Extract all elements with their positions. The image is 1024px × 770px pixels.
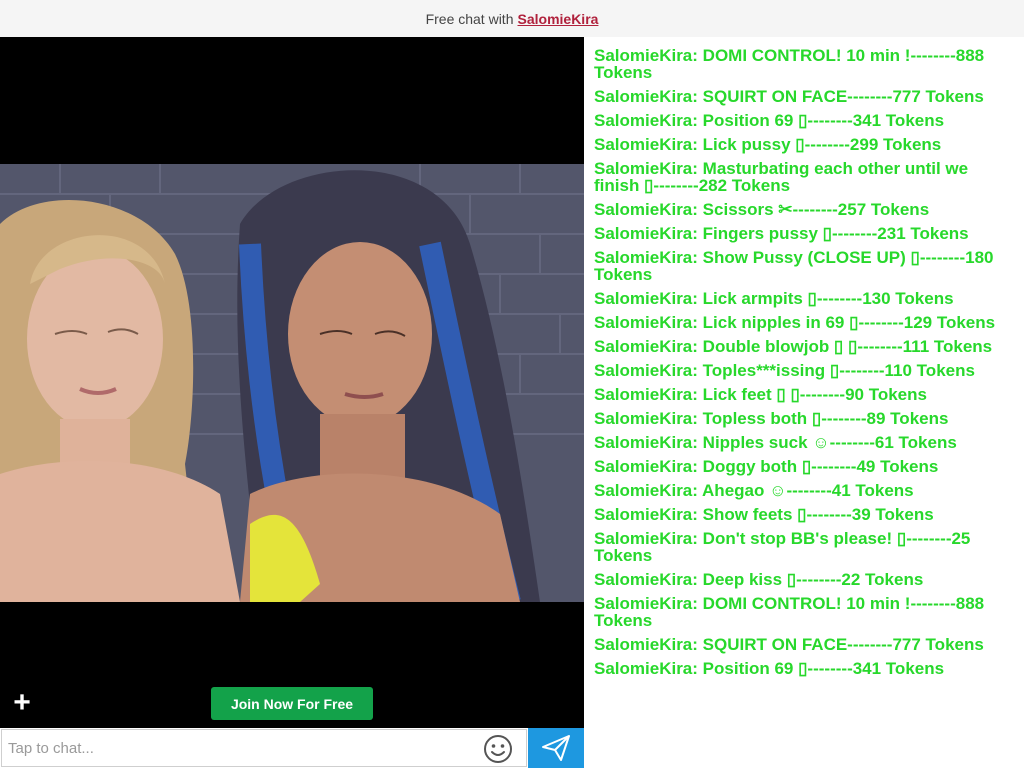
video-frame-image (0, 164, 584, 602)
chat-message-text: Position 69 ▯--------341 Tokens (702, 111, 945, 130)
chat-message-text: SQUIRT ON FACE--------777 Tokens (702, 87, 984, 106)
chat-message: SalomieKira: SQUIRT ON FACE--------777 T… (594, 88, 1016, 105)
chat-message-text: Fingers pussy ▯--------231 Tokens (702, 224, 969, 243)
chat-message-username[interactable]: SalomieKira: (594, 409, 698, 428)
chat-message: SalomieKira: Lick armpits ▯--------130 T… (594, 290, 1016, 307)
chat-message-username[interactable]: SalomieKira: (594, 111, 698, 130)
chat-message: SalomieKira: Lick feet ▯ ▯--------90 Tok… (594, 386, 1016, 403)
chat-input[interactable] (1, 729, 527, 767)
chat-message: SalomieKira: Don't stop BB's please! ▯--… (594, 530, 1016, 564)
chat-panel[interactable]: SalomieKira: DOMI CONTROL! 10 min !-----… (584, 37, 1024, 768)
chat-message-username[interactable]: SalomieKira: (594, 289, 698, 308)
chat-message-text: Deep kiss ▯--------22 Tokens (702, 570, 924, 589)
chat-message: SalomieKira: Lick pussy ▯--------299 Tok… (594, 136, 1016, 153)
chat-message-text: Topless both ▯--------89 Tokens (702, 409, 949, 428)
chat-message: SalomieKira: Ahegao ☺--------41 Tokens (594, 482, 1016, 499)
chat-message-username[interactable]: SalomieKira: (594, 505, 698, 524)
chat-message: SalomieKira: Scissors ✂--------257 Token… (594, 201, 1016, 218)
chat-message-username[interactable]: SalomieKira: (594, 481, 698, 500)
chat-message-text: Position 69 ▯--------341 Tokens (702, 659, 945, 678)
top-bar: Free chat with SalomieKira (0, 0, 1024, 38)
send-button[interactable] (528, 728, 584, 768)
chat-message-list: SalomieKira: DOMI CONTROL! 10 min !-----… (584, 37, 1024, 677)
chat-message: SalomieKira: DOMI CONTROL! 10 min !-----… (594, 47, 1016, 81)
chat-message-text: Nipples suck ☺--------61 Tokens (702, 433, 957, 452)
chat-message-username[interactable]: SalomieKira: (594, 635, 698, 654)
chat-message-text: Toples***issing ▯--------110 Tokens (702, 361, 975, 380)
chat-message-username[interactable]: SalomieKira: (594, 313, 698, 332)
chat-message: SalomieKira: DOMI CONTROL! 10 min !-----… (594, 595, 1016, 629)
chat-message: SalomieKira: Doggy both ▯--------49 Toke… (594, 458, 1016, 475)
chat-message-text: Scissors ✂--------257 Tokens (702, 200, 930, 219)
chat-message: SalomieKira: Show feets ▯--------39 Toke… (594, 506, 1016, 523)
chat-message-username[interactable]: SalomieKira: (594, 570, 698, 589)
chat-message-username[interactable]: SalomieKira: (594, 87, 698, 106)
chat-message-username[interactable]: SalomieKira: (594, 200, 698, 219)
chat-message: SalomieKira: Topless both ▯--------89 To… (594, 410, 1016, 427)
chat-message-username[interactable]: SalomieKira: (594, 659, 698, 678)
chat-message-username[interactable]: SalomieKira: (594, 224, 698, 243)
chat-message-text: Doggy both ▯--------49 Tokens (702, 457, 939, 476)
free-chat-label: Free chat with (425, 10, 514, 27)
chat-message-text: SQUIRT ON FACE--------777 Tokens (702, 635, 984, 654)
chat-message: SalomieKira: Position 69 ▯--------341 To… (594, 112, 1016, 129)
smiley-face-icon[interactable] (482, 733, 514, 765)
chat-message: SalomieKira: Fingers pussy ▯--------231 … (594, 225, 1016, 242)
join-now-button[interactable]: Join Now For Free (211, 687, 373, 720)
chat-message: SalomieKira: Masturbating each other unt… (594, 160, 1016, 194)
chat-message-username[interactable]: SalomieKira: (594, 361, 698, 380)
chat-message-text: Lick feet ▯ ▯--------90 Tokens (702, 385, 927, 404)
chat-message-username[interactable]: SalomieKira: (594, 457, 698, 476)
chat-message: SalomieKira: Nipples suck ☺--------61 To… (594, 434, 1016, 451)
model-name-link[interactable]: SalomieKira (518, 11, 599, 27)
paper-plane-send-icon (542, 735, 570, 761)
chat-message-username[interactable]: SalomieKira: (594, 385, 698, 404)
chat-message-text: Lick pussy ▯--------299 Tokens (702, 135, 942, 154)
chat-input-bar (0, 728, 584, 768)
chat-message-text: Lick armpits ▯--------130 Tokens (702, 289, 954, 308)
chat-message-text: Show feets ▯--------39 Tokens (702, 505, 934, 524)
chat-message-text: Double blowjob ▯ ▯--------111 Tokens (702, 337, 993, 356)
chat-message: SalomieKira: Position 69 ▯--------341 To… (594, 660, 1016, 677)
chat-message-username[interactable]: SalomieKira: (594, 337, 698, 356)
chat-message: SalomieKira: Lick nipples in 69 ▯-------… (594, 314, 1016, 331)
chat-message: SalomieKira: Double blowjob ▯ ▯--------1… (594, 338, 1016, 355)
chat-message: SalomieKira: Toples***issing ▯--------11… (594, 362, 1016, 379)
add-icon[interactable]: + (10, 688, 34, 718)
video-player[interactable]: + Join Now For Free (0, 37, 584, 728)
chat-message-username[interactable]: SalomieKira: (594, 135, 698, 154)
chat-message-text: Lick nipples in 69 ▯--------129 Tokens (702, 313, 996, 332)
chat-message-username[interactable]: SalomieKira: (594, 433, 698, 452)
chat-message: SalomieKira: Show Pussy (CLOSE UP) ▯----… (594, 249, 1016, 283)
chat-message: SalomieKira: Deep kiss ▯--------22 Token… (594, 571, 1016, 588)
chat-message: SalomieKira: SQUIRT ON FACE--------777 T… (594, 636, 1016, 653)
chat-message-text: Ahegao ☺--------41 Tokens (702, 481, 914, 500)
video-stream (0, 164, 584, 602)
